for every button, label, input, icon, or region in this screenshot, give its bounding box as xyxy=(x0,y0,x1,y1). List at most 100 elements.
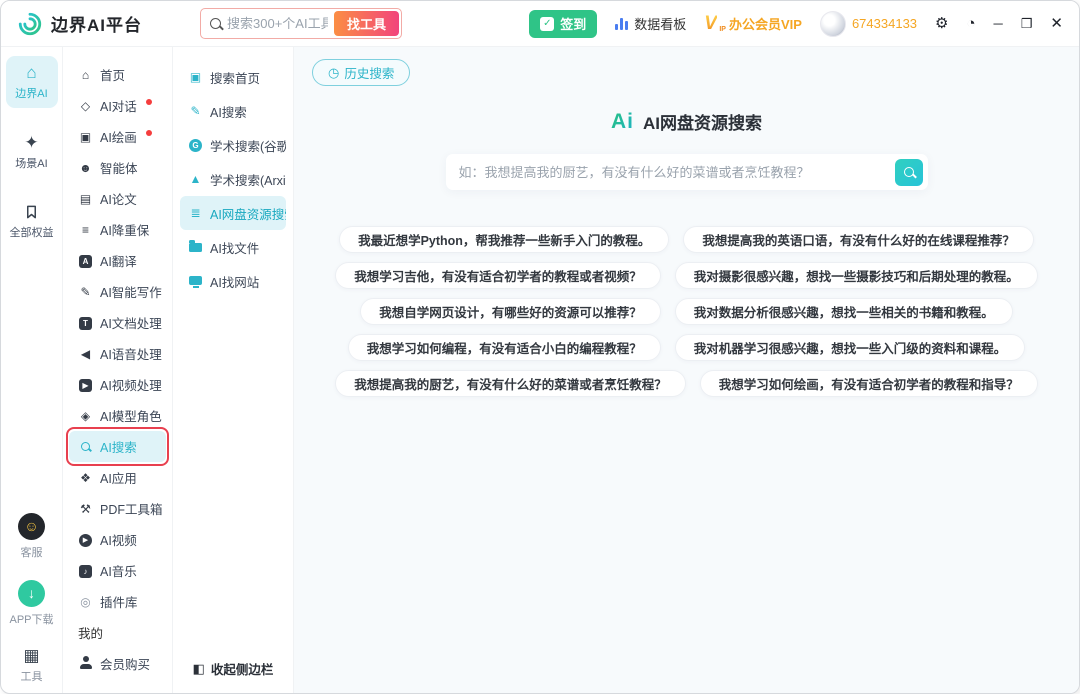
search-icon xyxy=(78,441,93,453)
rail-item-all-benefits[interactable]: 全部权益 xyxy=(6,196,58,247)
menu-label: AI降重保 xyxy=(100,220,149,239)
sidebar-item-ai-doc[interactable]: T AI文档处理 xyxy=(69,307,166,338)
sidebar-item-ai-search[interactable]: AI搜索 xyxy=(69,431,166,462)
theme-toggle-icon[interactable]: ◔ xyxy=(966,16,975,31)
history-label: 历史搜索 xyxy=(344,63,394,82)
sidebar-item-ai-paper[interactable]: ▤AI论文 xyxy=(69,183,166,214)
suggestion-chip[interactable]: 我对摄影很感兴趣，想找一些摄影技巧和后期处理的教程。 xyxy=(675,262,1038,289)
sidebar-item-ai-translate[interactable]: AAI翻译 xyxy=(69,245,166,276)
menu-label: AI应用 xyxy=(100,468,137,487)
vip-link[interactable]: VIP 办公会员VIP xyxy=(704,14,802,33)
sidebar-item-membership-purchase[interactable]: 会员购买 xyxy=(69,648,166,679)
submenu-label: AI找文件 xyxy=(210,238,259,257)
submenu-item-academic-search-arxiv[interactable]: ▲学术搜索(Arxiv) xyxy=(180,162,286,196)
suggestion-chip[interactable]: 我想学习如何绘画，有没有适合初学者的教程和指导？ xyxy=(700,370,1038,397)
notification-dot xyxy=(146,99,152,105)
minimize-button[interactable]: ─ xyxy=(994,17,1003,30)
tools-button[interactable]: ▦ 工具 xyxy=(20,647,42,684)
submenu-item-ai-search[interactable]: ✎AI搜索 xyxy=(180,94,286,128)
main-content: ◷ 历史搜索 Ai AI网盘资源搜索 我最近想学Python，帮我推荐一些新手入… xyxy=(294,47,1079,694)
tool-search-input[interactable] xyxy=(227,16,328,31)
menu-label: AI绘画 xyxy=(100,127,137,146)
rail-label: APP下载 xyxy=(9,611,53,627)
sidebar-item-ai-rewrite[interactable]: ≡AI降重保 xyxy=(69,214,166,245)
submenu-label: AI网盘资源搜索 xyxy=(210,204,286,223)
suggestion-chip[interactable]: 我想自学网页设计，有哪些好的资源可以推荐？ xyxy=(360,298,661,325)
menu-label: AI文档处理 xyxy=(100,313,162,332)
suggestion-chip[interactable]: 我对机器学习很感兴趣，想找一些入门级的资料和课程。 xyxy=(675,334,1026,361)
find-tools-button[interactable]: 找工具 xyxy=(334,11,399,36)
suggestion-chip[interactable]: 我最近想学Python，帮我推荐一些新手入门的教程。 xyxy=(339,226,669,253)
submenu-label: AI搜索 xyxy=(210,102,247,121)
menu-label: 会员购买 xyxy=(100,654,150,673)
robot-icon: ☻ xyxy=(78,162,93,174)
submenu-item-academic-search-google[interactable]: G学术搜索(谷歌... xyxy=(180,128,286,162)
menu-label: 插件库 xyxy=(100,592,138,611)
submenu-item-ai-find-websites[interactable]: AI找网站 xyxy=(180,264,286,298)
collapse-sidebar-button[interactable]: ◧ 收起侧边栏 xyxy=(173,659,293,678)
maximize-button[interactable]: ❒ xyxy=(1021,17,1033,30)
main-search-input[interactable] xyxy=(459,165,887,180)
menu-label: AI对话 xyxy=(100,96,137,115)
submenu-label: 搜索首页 xyxy=(210,68,260,87)
app-download-button[interactable]: ↓ APP下载 xyxy=(9,580,53,627)
submenu-item-search-home[interactable]: ▣ 搜索首页 xyxy=(180,60,286,94)
chip-row: 我想自学网页设计，有哪些好的资源可以推荐？ 我对数据分析很感兴趣，想找一些相关的… xyxy=(360,298,1013,325)
suggestion-chips: 我最近想学Python，帮我推荐一些新手入门的教程。 我想提高我的英语口语，有没… xyxy=(294,226,1079,397)
avatar xyxy=(820,11,846,37)
submenu-item-ai-netdisk-search[interactable]: ≣AI网盘资源搜索 xyxy=(180,196,286,230)
sidebar-item-ai-drawing[interactable]: ▣AI绘画 xyxy=(69,121,166,152)
phone-download-icon: ↓ xyxy=(18,580,45,607)
music-note-icon: ♪ xyxy=(78,564,93,578)
search-page-icon: ▣ xyxy=(188,71,203,83)
submenu-label: AI找网站 xyxy=(210,272,259,291)
sidebar-item-plugin-library[interactable]: ◎插件库 xyxy=(69,586,166,617)
dashboard-link[interactable]: 数据看板 xyxy=(615,14,686,33)
page-title: AI网盘资源搜索 xyxy=(643,109,762,134)
sidebar-item-ai-music[interactable]: ♪AI音乐 xyxy=(69,555,166,586)
home-icon: ⌂ xyxy=(78,69,93,81)
suggestion-chip[interactable]: 我想学习如何编程，有没有适合小白的编程教程？ xyxy=(348,334,661,361)
sidebar-item-ai-model-role[interactable]: ◈AI模型角色 xyxy=(69,400,166,431)
translate-icon: A xyxy=(78,254,93,268)
sidebar-item-ai-voice[interactable]: ◀AI语音处理 xyxy=(69,338,166,369)
app-logo: 边界AI平台 xyxy=(17,11,142,37)
sidebar-item-pdf-toolbox[interactable]: ⚒PDF工具箱 xyxy=(69,493,166,524)
model-cube-icon: ◈ xyxy=(78,410,93,422)
menu-label: AI搜索 xyxy=(100,437,137,456)
sidebar-item-ai-writing[interactable]: ✎AI智能写作 xyxy=(69,276,166,307)
icon-rail: ⌂ 边界AI ✦ 场景AI 全部权益 ☺ 客服 ↓ APP下 xyxy=(1,47,63,694)
rail-label: 边界AI xyxy=(15,85,47,101)
account[interactable]: 674334133 xyxy=(820,11,917,37)
close-button[interactable]: ✕ xyxy=(1050,16,1063,31)
sidebar-item-ai-video-processing[interactable]: ▶AI视频处理 xyxy=(69,369,166,400)
suggestion-chip[interactable]: 我想学习吉他，有没有适合初学者的教程或者视频？ xyxy=(335,262,661,289)
chip-row: 我想学习如何编程，有没有适合小白的编程教程？ 我对机器学习很感兴趣，想找一些入门… xyxy=(348,334,1026,361)
customer-service-button[interactable]: ☺ 客服 xyxy=(18,513,45,560)
sidebar-item-ai-video[interactable]: ▶AI视频 xyxy=(69,524,166,555)
rail-item-scene-ai[interactable]: ✦ 场景AI xyxy=(6,126,58,178)
rail-item-boundary-ai[interactable]: ⌂ 边界AI xyxy=(6,56,58,108)
sidebar-item-home[interactable]: ⌂ 首页 xyxy=(69,59,166,90)
search-submit-button[interactable] xyxy=(895,159,923,186)
menu-label: 首页 xyxy=(100,65,125,84)
topbar: 边界AI平台 找工具 ✓ 签到 数据看板 VIP 办公会员VIP 6743341… xyxy=(1,1,1079,47)
sidebar-item-ai-apps[interactable]: ❖ AI应用 xyxy=(69,462,166,493)
settings-gear-icon[interactable]: ⚙ xyxy=(935,16,948,31)
title-row: Ai AI网盘资源搜索 xyxy=(294,109,1079,134)
history-search-button[interactable]: ◷ 历史搜索 xyxy=(312,59,410,86)
collapse-sidebar-icon: ◧ xyxy=(193,661,205,677)
suggestion-chip[interactable]: 我想提高我的英语口语，有没有什么好的在线课程推荐？ xyxy=(683,226,1034,253)
sidebar-item-agent[interactable]: ☻智能体 xyxy=(69,152,166,183)
checkin-button[interactable]: ✓ 签到 xyxy=(529,10,597,38)
submenu-item-ai-find-files[interactable]: AI找文件 xyxy=(180,230,286,264)
sidebar-item-ai-chat[interactable]: ◇AI对话 xyxy=(69,90,166,121)
video-icon: ▶ xyxy=(78,378,93,392)
suggestion-chip[interactable]: 我对数据分析很感兴趣，想找一些相关的书籍和教程。 xyxy=(675,298,1013,325)
logo-spiral-icon xyxy=(17,11,43,37)
text-doc-icon: T xyxy=(78,316,93,330)
apps-icon: ❖ xyxy=(78,472,93,484)
suggestion-chip[interactable]: 我想提高我的厨艺，有没有什么好的菜谱或者烹饪教程？ xyxy=(335,370,686,397)
chip-row: 我想提高我的厨艺，有没有什么好的菜谱或者烹饪教程？ 我想学习如何绘画，有没有适合… xyxy=(335,370,1038,397)
menu-label: AI视频 xyxy=(100,530,137,549)
